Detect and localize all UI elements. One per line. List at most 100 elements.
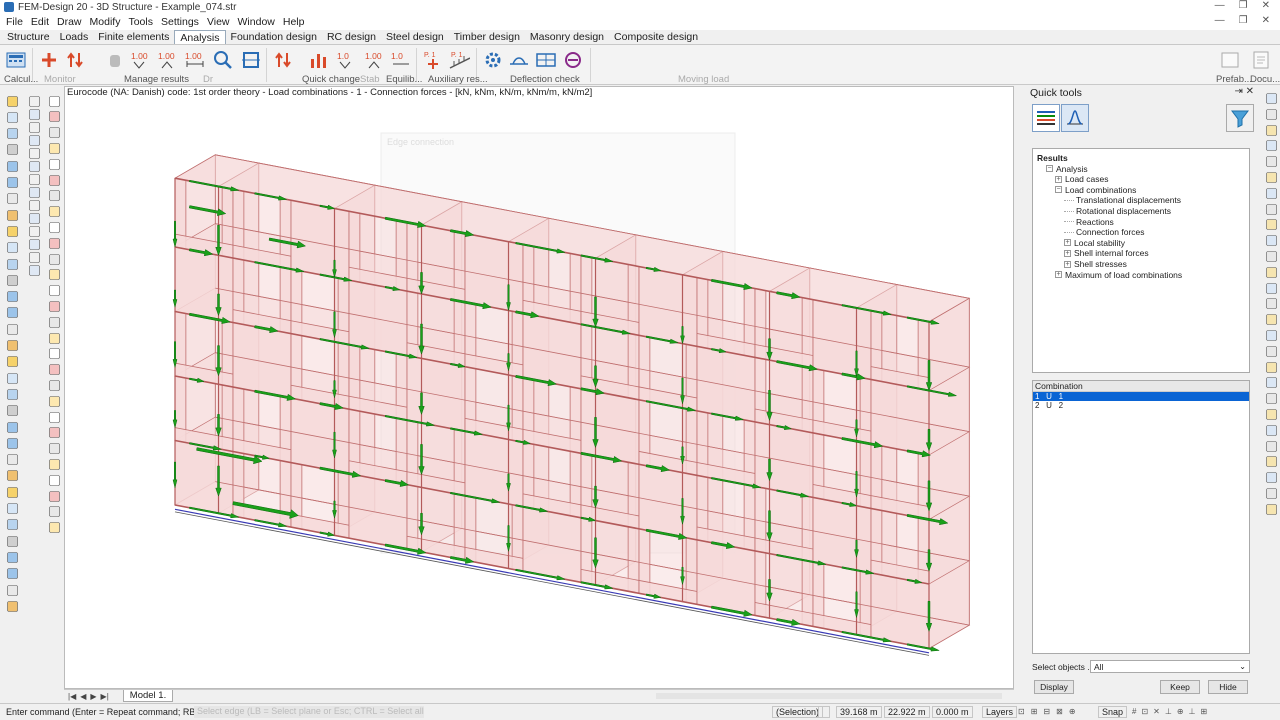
mirror-icon[interactable] — [47, 205, 61, 219]
view-iso-icon[interactable] — [1265, 345, 1277, 357]
tab-analysis[interactable]: Analysis — [174, 30, 226, 44]
expand-icon[interactable]: + — [1064, 239, 1071, 247]
tab-loads[interactable]: Loads — [55, 30, 94, 44]
view-iso-icon[interactable] — [1265, 503, 1277, 515]
expand-icon[interactable]: + — [1055, 271, 1062, 279]
model-tab[interactable]: Model 1. — [122, 690, 174, 702]
tab-timber-design[interactable]: Timber design — [449, 30, 525, 44]
quick-change-arrows-icon[interactable] — [272, 49, 294, 71]
filter-icon[interactable] — [1226, 104, 1254, 132]
layer-icon[interactable] — [5, 583, 19, 597]
view-top-icon[interactable] — [1265, 155, 1277, 167]
open-icon[interactable] — [5, 371, 19, 385]
command-input[interactable]: Select edge (LB = Select plane or Esc; C… — [194, 706, 424, 718]
expand-icon[interactable]: + — [1064, 249, 1071, 257]
trim-icon[interactable] — [47, 442, 61, 456]
save-icon[interactable] — [5, 387, 19, 401]
view-top-icon[interactable] — [1265, 313, 1277, 325]
pan-icon[interactable] — [1265, 139, 1277, 152]
status-osnap-icons[interactable]: #⊡✕⊥⊕⊥⊞ — [1132, 707, 1212, 716]
offset-icon[interactable] — [47, 378, 61, 392]
tree-node-load-combinations[interactable]: − Load combinations — [1055, 185, 1136, 195]
collapse-icon[interactable]: − — [1055, 186, 1062, 194]
prefab-icon[interactable] — [1219, 49, 1241, 71]
print-icon[interactable] — [5, 404, 19, 418]
view-front-icon[interactable] — [1265, 487, 1277, 499]
menu-window[interactable]: Window — [234, 16, 279, 28]
snap-button[interactable]: Snap — [1098, 706, 1128, 718]
polyline-icon[interactable] — [47, 347, 61, 361]
quick-change-scale-up[interactable]: 1.0 — [336, 49, 358, 71]
new-file-icon[interactable] — [5, 94, 19, 108]
snap-mid-icon[interactable] — [27, 120, 41, 134]
layers-icon[interactable] — [1265, 218, 1277, 231]
point-icon[interactable] — [47, 363, 61, 377]
menu-settings[interactable]: Settings — [157, 16, 203, 28]
polyline-icon[interactable] — [47, 157, 61, 171]
rotate-view-icon[interactable] — [1265, 361, 1277, 373]
tab-foundation-design[interactable]: Foundation design — [226, 30, 322, 44]
snap-center-icon[interactable] — [27, 198, 41, 212]
pan-icon[interactable] — [1265, 455, 1277, 468]
text-icon[interactable] — [5, 241, 19, 255]
trim-icon[interactable] — [47, 252, 61, 266]
view-top-icon[interactable] — [1265, 471, 1277, 483]
display-settings-icon[interactable] — [1265, 392, 1277, 404]
keep-button[interactable]: Keep — [1160, 680, 1200, 694]
select-objects-dropdown[interactable]: All ⌄ — [1090, 660, 1250, 673]
gloves-icon[interactable] — [104, 49, 126, 71]
grid-icon[interactable] — [5, 290, 19, 304]
expand-icon[interactable]: + — [1055, 175, 1062, 183]
snap-grid-icon[interactable] — [27, 94, 41, 108]
selection-status[interactable]: (Selection) — [772, 706, 824, 718]
zoom-out-icon[interactable] — [1265, 424, 1277, 436]
settings-icon[interactable] — [5, 567, 19, 581]
point-icon[interactable] — [47, 173, 61, 187]
panel-pin-close-icon[interactable]: ⇥ ✕ — [1234, 86, 1254, 97]
redo-icon[interactable] — [5, 436, 19, 450]
move-icon[interactable] — [47, 426, 61, 440]
snap-end-icon[interactable] — [27, 237, 41, 251]
help-icon[interactable] — [5, 534, 19, 548]
menu-modify[interactable]: Modify — [86, 16, 125, 28]
undo-icon[interactable] — [5, 159, 19, 173]
print-icon[interactable] — [5, 143, 19, 157]
line-icon[interactable] — [47, 94, 61, 108]
rectangle-icon[interactable] — [47, 331, 61, 345]
next-tab-icon[interactable]: ▶ — [90, 692, 96, 701]
mdi-close-icon[interactable]: ✕ — [1262, 15, 1270, 26]
redo-icon[interactable] — [5, 176, 19, 190]
zoom-in-icon[interactable] — [1265, 92, 1277, 104]
tab-structure[interactable]: Structure — [2, 30, 55, 44]
combination-row[interactable]: 1 U 1 — [1033, 392, 1249, 401]
extend-icon[interactable] — [47, 268, 61, 282]
scale-down-button[interactable]: 1.00 — [157, 49, 179, 71]
mdi-restore-icon[interactable]: ❐ — [1239, 15, 1248, 26]
layer-icon[interactable] — [5, 322, 19, 336]
rotate-view-icon[interactable] — [1265, 203, 1277, 215]
tab-finite-elements[interactable]: Finite elements — [93, 30, 174, 44]
measure-icon[interactable] — [5, 224, 19, 238]
snap-end-icon[interactable] — [27, 107, 41, 121]
new-file-icon[interactable] — [5, 355, 19, 369]
menu-tools[interactable]: Tools — [124, 16, 157, 28]
snap-center-icon[interactable] — [27, 133, 41, 147]
tree-node-connection-forces[interactable]: Connection forces — [1064, 227, 1145, 237]
text-icon[interactable] — [5, 502, 19, 516]
hide-button[interactable]: Hide — [1208, 680, 1248, 694]
mirror-icon[interactable] — [47, 394, 61, 408]
open-icon[interactable] — [5, 110, 19, 124]
measure-icon[interactable] — [5, 485, 19, 499]
zoom-in-icon[interactable] — [1265, 250, 1277, 262]
deflection-beam-icon[interactable] — [535, 49, 557, 71]
library-icon[interactable] — [5, 339, 19, 353]
library-icon[interactable] — [5, 599, 19, 613]
paste-icon[interactable] — [5, 469, 19, 483]
quick-change-scale-down[interactable]: 1.00 — [364, 49, 386, 71]
circle-icon[interactable] — [47, 315, 61, 329]
zoom-out-icon[interactable] — [1265, 108, 1277, 120]
view-front-icon[interactable] — [1265, 171, 1277, 183]
menu-edit[interactable]: Edit — [27, 16, 53, 28]
fit-result-icon[interactable] — [240, 49, 262, 71]
tree-node-local-stability[interactable]: + Local stability — [1064, 238, 1125, 248]
